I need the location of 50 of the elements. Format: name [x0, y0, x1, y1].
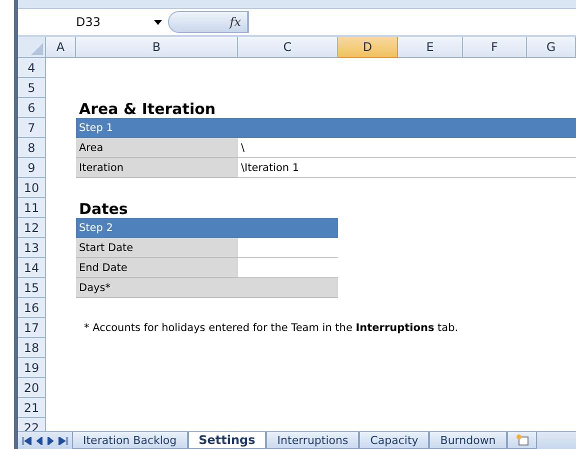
last-sheet-icon[interactable] [58, 436, 68, 444]
first-sheet-icon[interactable] [22, 436, 32, 444]
new-sheet-icon [514, 434, 529, 446]
column-header[interactable]: E [398, 37, 463, 58]
column-header[interactable]: A [46, 37, 76, 58]
sheet-tab[interactable]: Burndown [429, 432, 507, 449]
field-label: Area [76, 138, 238, 158]
corner-triangle-icon [31, 43, 43, 55]
row-header[interactable]: 21 [18, 398, 46, 418]
footnote: * Accounts for holidays entered for the Team in the Interruptions tab. [83, 321, 460, 336]
row-header[interactable]: 9 [18, 158, 46, 178]
section-title: Area & Iteration [78, 99, 217, 118]
row-header[interactable]: 10 [18, 178, 46, 198]
row-header[interactable]: 11 [18, 198, 46, 218]
row-header[interactable]: 15 [18, 278, 46, 298]
dropdown-caret-icon[interactable] [154, 20, 162, 24]
step-header: Step 2 [76, 218, 338, 238]
next-sheet-icon[interactable] [46, 436, 56, 444]
field-label: Days* [76, 278, 338, 298]
name-box[interactable]: D33 [18, 9, 168, 35]
insert-function-button[interactable]: fx [168, 11, 248, 33]
row-header[interactable]: 5 [18, 78, 46, 98]
row-header[interactable]: 13 [18, 238, 46, 258]
column-header[interactable]: B [76, 37, 238, 58]
sheet-tab[interactable]: Iteration Backlog [72, 432, 188, 449]
row-header[interactable]: 14 [18, 258, 46, 278]
sheet-tab[interactable]: Interruptions [266, 432, 360, 449]
row-header[interactable]: 4 [18, 58, 46, 78]
field-label: End Date [76, 258, 238, 278]
row-header[interactable]: 18 [18, 338, 46, 358]
insert-sheet-button[interactable] [506, 432, 537, 449]
step-header: Step 1 [76, 118, 576, 138]
sheet-tab[interactable]: Settings [188, 432, 266, 449]
row-header[interactable]: 6 [18, 98, 46, 118]
row-header[interactable]: 12 [18, 218, 46, 238]
field-label: Iteration [76, 158, 238, 178]
row-header[interactable]: 8 [18, 138, 46, 158]
field-label: Start Date [76, 238, 238, 258]
sheet-tab[interactable]: Capacity [359, 432, 430, 449]
row-header[interactable]: 17 [18, 318, 46, 338]
section-title: Dates [78, 199, 129, 218]
column-header[interactable]: C [238, 37, 338, 58]
row-header[interactable]: 7 [18, 118, 46, 138]
row-header[interactable]: 19 [18, 358, 46, 378]
column-header[interactable]: D [338, 37, 398, 58]
column-header[interactable]: G [527, 37, 576, 58]
previous-sheet-icon[interactable] [34, 436, 44, 444]
column-header[interactable]: F [463, 37, 527, 58]
row-header[interactable]: 20 [18, 378, 46, 398]
row-header[interactable]: 16 [18, 298, 46, 318]
